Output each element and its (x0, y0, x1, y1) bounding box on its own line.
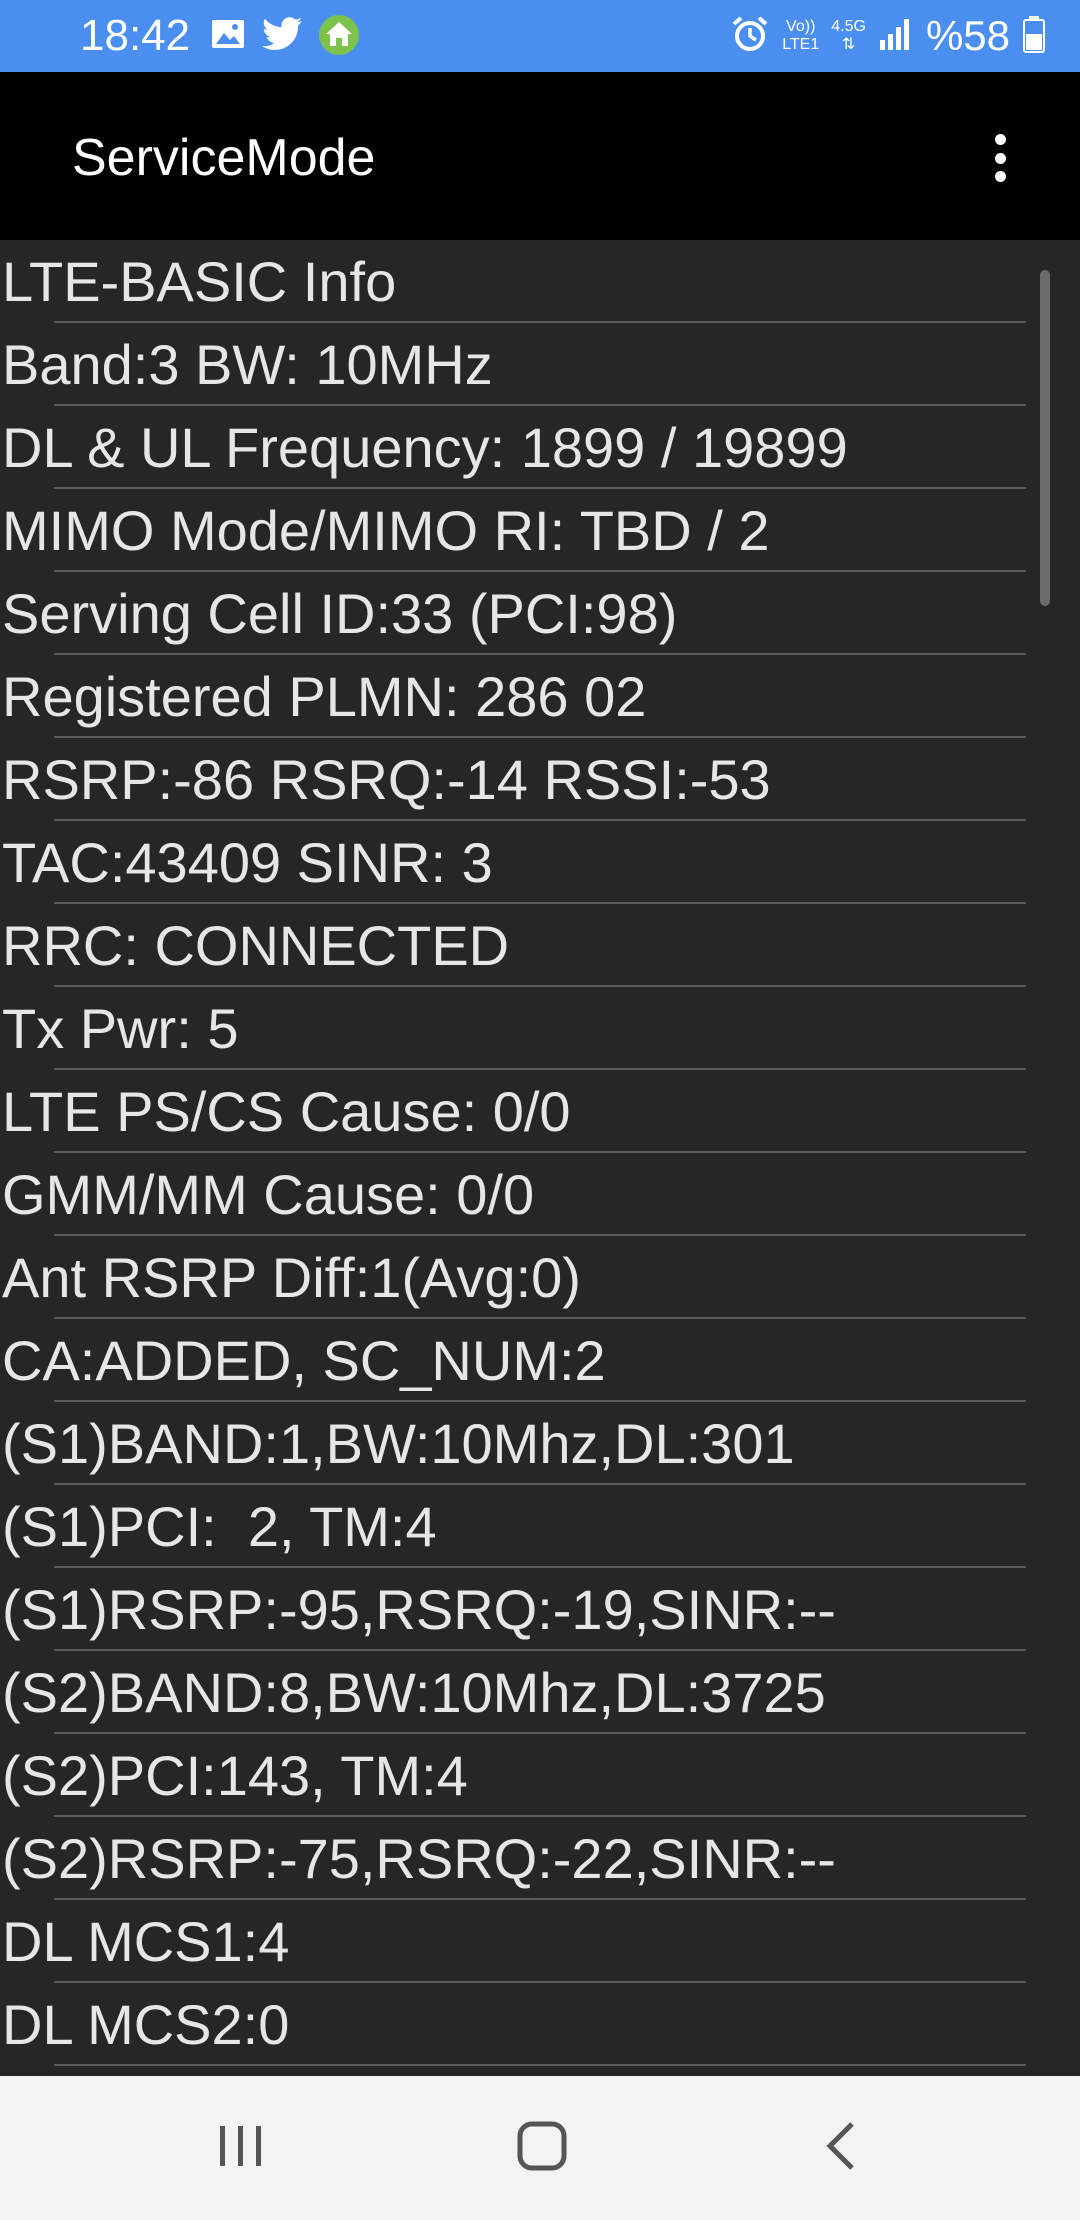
info-row-text: RRC: CONNECTED (2, 914, 510, 977)
status-right-icons: Vo)) LTE1 4.5G ⇅ %58 (730, 10, 1046, 62)
info-row-text: Serving Cell ID:33 (PCI:98) (2, 582, 678, 645)
app-title: ServiceMode (72, 129, 376, 187)
info-row: CA:ADDED, SC_NUM:2 (0, 1319, 1080, 1402)
row-divider (54, 2064, 1026, 2066)
info-row: Tx Pwr: 5 (0, 987, 1080, 1070)
info-row-text: LTE-BASIC Info (2, 250, 397, 313)
volte-label-top: Vo)) (786, 18, 816, 35)
gallery-icon (210, 16, 246, 57)
info-row-text: LTE PS/CS Cause: 0/0 (2, 1080, 571, 1143)
battery-percent: %58 (925, 12, 1010, 59)
scrollbar[interactable] (1040, 270, 1050, 606)
info-row: (S1)PCI: 2, TM:4 (0, 1485, 1080, 1568)
info-row-text: TAC:43409 SINR: 3 (2, 831, 493, 894)
twitter-icon (262, 16, 304, 57)
volte-label-bottom: LTE1 (782, 36, 820, 53)
status-time: 18:42 (80, 11, 191, 60)
home-app-icon (318, 14, 360, 61)
info-row: GMM/MM Cause: 0/0 (0, 1153, 1080, 1236)
battery-icon (1022, 14, 1046, 59)
info-row-text: Band:3 BW: 10MHz (2, 333, 493, 396)
info-row: RSRP:-86 RSRQ:-14 RSSI:-53 (0, 738, 1080, 821)
signal-icon (878, 16, 914, 57)
info-row-text: Ant RSRP Diff:1(Avg:0) (2, 1246, 581, 1309)
info-row: (S2)RSRP:-75,RSRQ:-22,SINR:-- (0, 1817, 1080, 1900)
info-row: DL MCS2:0 (0, 1983, 1080, 2066)
info-row: DL MCS1:4 (0, 1900, 1080, 1983)
info-row: (S2)BAND:8,BW:10Mhz,DL:3725 (0, 1651, 1080, 1734)
navigation-bar (0, 2076, 1080, 2220)
info-row: Band:3 BW: 10MHz (0, 323, 1080, 406)
data-arrows-icon: ⇅ (841, 36, 856, 53)
info-row-text: (S2)RSRP:-75,RSRQ:-22,SINR:-- (2, 1827, 836, 1890)
info-row-text: DL MCS1:4 (2, 1910, 290, 1973)
info-row-text: Registered PLMN: 286 02 (2, 665, 647, 728)
info-row: Registered PLMN: 286 02 (0, 655, 1080, 738)
info-row: DL & UL Frequency: 1899 / 19899 (0, 406, 1080, 489)
back-icon[interactable] (818, 2116, 868, 2181)
info-row-text: MIMO Mode/MIMO RI: TBD / 2 (2, 499, 770, 562)
status-bar: 18:42 Vo)) LTE1 4.5G ⇅ %58 (0, 0, 1080, 72)
info-row-text: (S2)PCI:143, TM:4 (2, 1744, 468, 1807)
app-bar: ServiceMode (0, 72, 1080, 240)
info-row: LTE-BASIC Info (0, 240, 1080, 323)
info-row: (S1)BAND:1,BW:10Mhz,DL:301 (0, 1402, 1080, 1485)
info-row-text: DL MCS2:0 (2, 1993, 290, 2056)
volte-icon: Vo)) LTE1 (782, 18, 819, 54)
info-row-text: GMM/MM Cause: 0/0 (2, 1163, 535, 1226)
network-4-5g-icon: 4.5G ⇅ (831, 18, 866, 54)
info-row: Ant RSRP Diff:1(Avg:0) (0, 1236, 1080, 1319)
info-row-text: CA:ADDED, SC_NUM:2 (2, 1329, 606, 1392)
info-row-text: (S2)BAND:8,BW:10Mhz,DL:3725 (2, 1661, 826, 1724)
info-row: Serving Cell ID:33 (PCI:98) (0, 572, 1080, 655)
recent-apps-icon[interactable] (212, 2116, 270, 2181)
info-row-text: (S1)PCI: 2, TM:4 (2, 1495, 437, 1558)
service-mode-info-list[interactable]: LTE-BASIC Info Band:3 BW: 10MHz DL & UL Fr… (0, 240, 1080, 2076)
home-icon[interactable] (512, 2116, 572, 2181)
info-row-text: Tx Pwr: 5 (2, 997, 239, 1060)
info-row-text: RSRP:-86 RSRQ:-14 RSSI:-53 (2, 748, 771, 811)
alarm-icon (730, 14, 770, 59)
info-row: LTE PS/CS Cause: 0/0 (0, 1070, 1080, 1153)
info-row: TAC:43409 SINR: 3 (0, 821, 1080, 904)
info-row: (S1)RSRP:-95,RSRQ:-19,SINR:-- (0, 1568, 1080, 1651)
info-row-text: (S1)BAND:1,BW:10Mhz,DL:301 (2, 1412, 795, 1475)
info-row: MIMO Mode/MIMO RI: TBD / 2 (0, 489, 1080, 572)
info-row: (S2)PCI:143, TM:4 (0, 1734, 1080, 1817)
more-vert-icon[interactable] (980, 128, 1020, 188)
info-row-text: (S1)RSRP:-95,RSRQ:-19,SINR:-- (2, 1578, 836, 1641)
info-row-text: DL & UL Frequency: 1899 / 19899 (2, 416, 848, 479)
info-row: RRC: CONNECTED (0, 904, 1080, 987)
network-type-label: 4.5G (831, 18, 866, 35)
